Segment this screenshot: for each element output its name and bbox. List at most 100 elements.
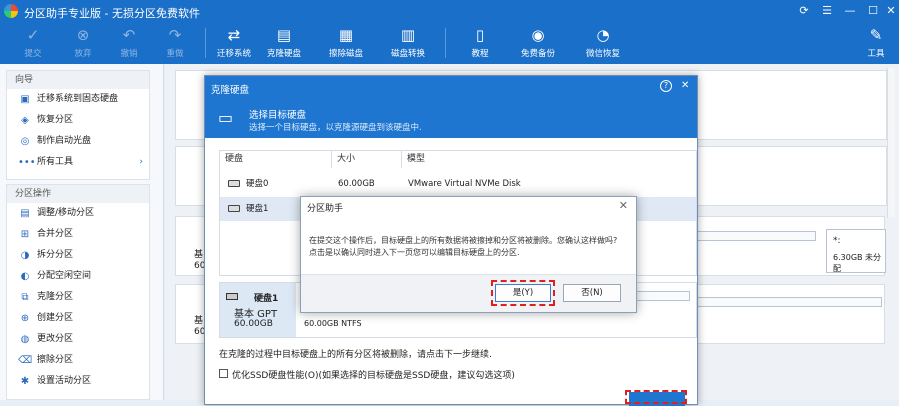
confirm-message-line2: 点击是以确认同时进入下一页您可以编辑目标硬盘上的分区. [309,248,520,257]
column-header-disk[interactable]: 硬盘 [220,151,332,168]
tools-button[interactable]: ✎ 工具 [851,24,899,59]
redo-label: 重做 [166,49,184,59]
sidebar-item-resize[interactable]: ▤ 调整/移动分区 [7,203,149,224]
disk-b-type: 基 [194,316,204,326]
unallocated-label: *: [833,236,841,246]
sidebar-item-set-active[interactable]: ✱ 设置活动分区 [7,371,149,392]
disk-name: 硬盘0 [246,179,269,189]
sidebar-item-change[interactable]: ◍ 更改分区 [7,329,149,350]
dialog-title: 克隆硬盘 [211,85,250,96]
highlight-box [625,390,687,404]
redo-icon: ↷ [168,26,182,44]
discard-label: 放弃 [74,49,92,59]
sidebar-item-wipe[interactable]: ⌫ 擦除分区 [7,350,149,371]
convert-disk-icon: ▥ [400,26,416,44]
chat-bubble-icon: ◔ [596,26,610,44]
toolbar-divider [445,28,446,58]
help-icon[interactable]: ? [660,80,672,92]
disc-icon: ◎ [20,136,30,147]
partition-ops-header: 分区操作 [7,185,149,203]
split-icon: ◑ [20,250,30,261]
warning-text: 在克隆的过程中目标硬盘上的所有分区将被删除，请点击下一步继续. [219,350,492,360]
migrate-label: 迁移系统 [216,49,251,59]
sidebar-item-label: 调整/移动分区 [37,208,95,218]
partition-bar[interactable] [696,297,882,307]
tutorial-button[interactable]: ▯ 教程 [455,24,505,59]
banner-subtitle: 选择一个目标硬盘，以克隆源硬盘到该硬盘中. [249,123,422,133]
sidebar-item-all-tools[interactable]: ••• 所有工具 › [7,152,149,173]
wrench-icon: ✎ [869,26,883,44]
tutorial-label: 教程 [471,49,489,59]
wechat-restore-label: 微信恢复 [585,49,620,59]
change-icon: ◍ [20,334,30,345]
no-button[interactable]: 否(N) [563,284,621,302]
sidebar-item-create[interactable]: ⊕ 创建分区 [7,308,149,329]
wipe-disk-label: 擦除磁盘 [328,49,363,59]
active-icon: ✱ [20,376,30,387]
merge-icon: ⊞ [20,229,30,240]
sidebar-item-merge[interactable]: ⊞ 合并分区 [7,224,149,245]
ssd-optimize-label[interactable]: 优化SSD硬盘性能(O)(如果选择的目标硬盘是SSD硬盘，建议勾选这项) [232,368,515,381]
wechat-restore-button[interactable]: ◔ 微信恢复 [578,24,628,59]
sidebar-item-label: 更改分区 [37,334,74,344]
column-header-model[interactable]: 模型 [402,151,696,168]
undo-button[interactable]: ↶ 撤销 [104,24,154,59]
submit-button[interactable]: ✓ 提交 [8,24,58,59]
clone-disk-button[interactable]: ▤ 克隆硬盘 [259,24,309,59]
sidebar-item-label: 设置活动分区 [37,376,92,386]
sidebar-item-migrate-ssd[interactable]: ▣ 迁移系统到固态硬盘 [7,89,149,110]
sidebar-item-allocate[interactable]: ◐ 分配空闲空间 [7,266,149,287]
sidebar-item-recover-partition[interactable]: ◈ 恢复分区 [7,110,149,131]
unallocated-size: 6.30GB 未分配 [833,253,882,273]
partition-bar[interactable] [696,231,816,241]
sidebar-item-label: 合并分区 [37,229,74,239]
close-button[interactable]: ✕ [884,4,898,18]
refresh-icon[interactable]: ⟳ [797,4,811,18]
migrate-icon: ▣ [20,94,30,105]
disk-a-type: 基 [194,250,204,260]
disk-name: 硬盘1 [246,204,269,214]
sidebar-item-boot-disc[interactable]: ◎ 制作启动光盘 [7,131,149,152]
disk-icon [228,205,240,212]
ssd-optimize-checkbox[interactable] [219,369,228,378]
sidebar-item-split[interactable]: ◑ 拆分分区 [7,245,149,266]
toolbar-divider [205,28,206,58]
column-header-size[interactable]: 大小 [332,151,402,168]
minimize-button[interactable]: — [843,4,857,18]
sidebar-item-label: 迁移系统到固态硬盘 [37,94,119,104]
wipe-disk-button[interactable]: ▦ 擦除磁盘 [321,24,371,59]
convert-disk-label: 磁盘转换 [390,49,425,59]
confirm-message-line1: 在提交这个操作后，目标硬盘上的所有数据将被擦掉和分区将被删除。您确认这样做吗? [309,236,618,245]
unallocated-block[interactable]: *: 6.30GB 未分配 [826,229,886,273]
disk-icon [228,180,240,187]
book-icon: ▯ [475,26,485,44]
migrate-os-button[interactable]: ⇄ 迁移系统 [209,24,259,59]
confirm-close-button[interactable]: ✕ [619,199,628,212]
resize-icon: ▤ [20,208,30,219]
more-icon: ••• [18,157,36,168]
allocate-icon: ◐ [20,271,30,282]
sidebar-item-label: 恢复分区 [37,115,74,125]
free-backup-button[interactable]: ◉ 免费备份 [513,24,563,59]
sidebar-item-label: 克隆分区 [37,292,74,302]
sidebar-item-clone-partition[interactable]: ⧉ 克隆分区 [7,287,149,308]
recover-icon: ◈ [21,115,29,126]
redo-button[interactable]: ↷ 重做 [150,24,200,59]
maximize-button[interactable]: ☐ [866,4,880,18]
discard-button[interactable]: ⊗ 放弃 [58,24,108,59]
disk-icon: ▭ [218,108,234,127]
create-icon: ⊕ [20,313,30,324]
confirm-title: 分区助手 [307,204,344,214]
menu-icon[interactable]: ☰ [820,4,834,18]
convert-disk-button[interactable]: ▥ 磁盘转换 [383,24,433,59]
title-bar: 分区助手专业版 - 无损分区免费软件 ⟳ ☰ — ☐ ✕ [0,0,899,22]
table-row[interactable]: 硬盘0 60.00GB VMware Virtual NVMe Disk [220,172,696,196]
toolbar: ✓ 提交 ⊗ 放弃 ↶ 撤销 ↷ 重做 ⇄ 迁移系统 ▤ 克隆硬盘 ▦ 擦除磁盘 ▥ 磁盘转换 … [0,22,899,64]
app-logo-icon [4,4,18,18]
backup-icon: ◉ [531,26,545,44]
check-icon: ✓ [26,26,40,44]
confirm-dialog: 分区助手 ✕ 在提交这个操作后，目标硬盘上的所有数据将被擦掉和分区将被删除。您确… [300,196,637,313]
tools-label: 工具 [867,49,885,59]
vertical-scrollbar[interactable] [887,68,895,218]
dialog-close-button[interactable]: ✕ [681,80,689,91]
